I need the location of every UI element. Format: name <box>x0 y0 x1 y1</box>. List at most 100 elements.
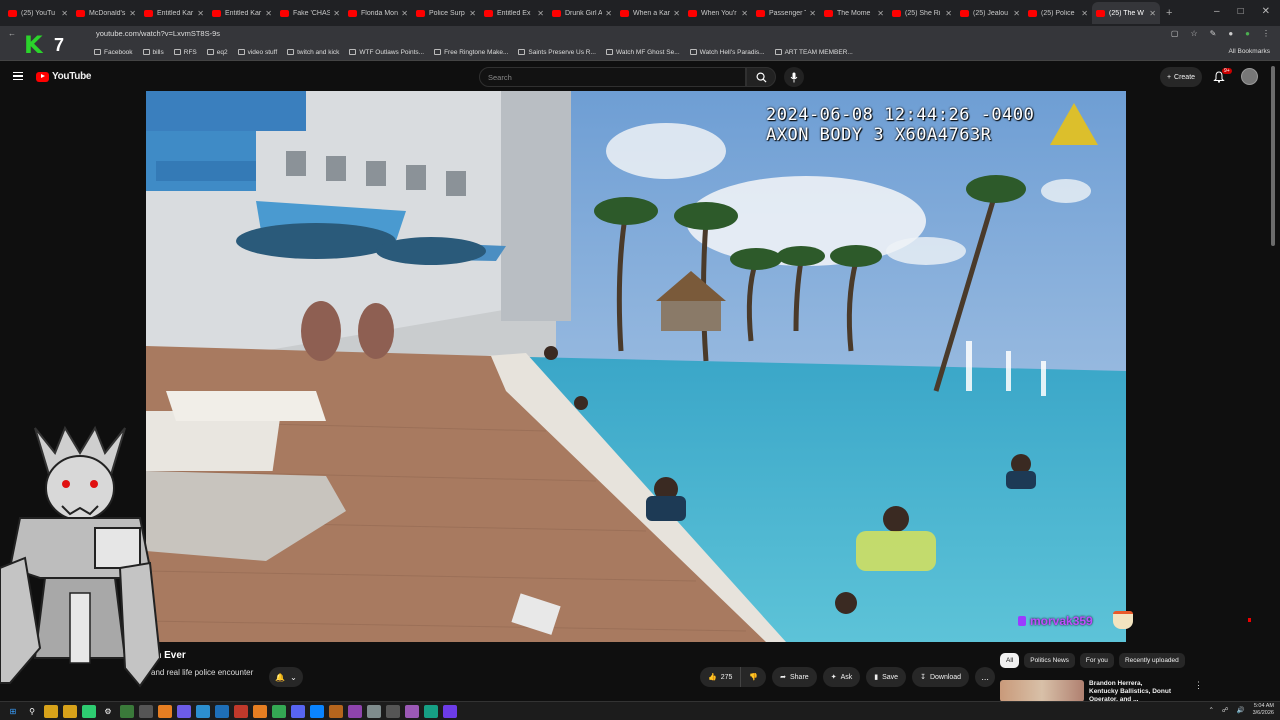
browser-tab[interactable]: Entitled Ex ✕ <box>480 2 548 24</box>
browser-tab[interactable]: Fake 'CHAS ✕ <box>276 2 344 24</box>
network-icon[interactable]: ☍ <box>1222 706 1229 714</box>
menu-icon[interactable]: ⋮ <box>1262 29 1270 38</box>
browser-tab[interactable]: Police Surp ✕ <box>412 2 480 24</box>
gear-icon[interactable]: ⚙ <box>101 705 115 718</box>
bookmark-item[interactable]: Free Ringtone Make... <box>434 49 508 56</box>
tab-close-icon[interactable]: ✕ <box>605 9 612 18</box>
tab-close-icon[interactable]: ✕ <box>61 9 68 18</box>
browser-tab[interactable]: Passenger T ✕ <box>752 2 820 24</box>
app-icon-3[interactable] <box>139 704 153 718</box>
clock[interactable]: 5:04 AM 3/6/2026 <box>1253 703 1274 717</box>
tab-close-icon[interactable]: ✕ <box>401 9 408 18</box>
bookmark-item[interactable]: video stuff <box>237 49 277 56</box>
recommended-menu-icon[interactable]: ⋮ <box>1194 680 1203 691</box>
bookmark-item[interactable]: ART TEAM MEMBER... <box>774 49 853 56</box>
all-bookmarks[interactable]: All Bookmarks <box>1228 48 1270 55</box>
install-icon[interactable]: ▢ <box>1171 29 1179 38</box>
browser-tab[interactable]: (25) YouTu ✕ <box>4 2 72 24</box>
vlc-icon[interactable] <box>158 704 172 718</box>
account-avatar[interactable] <box>1241 68 1258 85</box>
recommended-thumbnail[interactable] <box>1000 680 1084 702</box>
hamburger-menu-icon[interactable] <box>13 72 23 80</box>
bookmark-item[interactable]: bills <box>142 49 164 56</box>
filter-chip[interactable]: All <box>1000 653 1020 668</box>
filter-chip[interactable]: Recently uploaded <box>1118 653 1185 668</box>
filter-chip[interactable]: Politics News <box>1024 653 1075 668</box>
scrollbar-thumb[interactable] <box>1271 66 1275 246</box>
twitch-icon[interactable] <box>405 704 419 718</box>
app-icon-6[interactable] <box>215 704 229 718</box>
page-scrollbar[interactable] <box>1271 66 1277 686</box>
download-button[interactable]: ↧ Download <box>912 667 970 687</box>
bookmark-item[interactable]: Watch Hell's Paradis... <box>689 49 765 56</box>
tab-close-icon[interactable]: ✕ <box>1013 9 1020 18</box>
create-button[interactable]: + Create <box>1160 67 1202 87</box>
bookmark-item[interactable]: eq2 <box>206 49 228 56</box>
bookmark-item[interactable]: WTF Outlaws Points... <box>349 49 424 56</box>
browser-tab[interactable]: (25) Police ✕ <box>1024 2 1092 24</box>
tab-close-icon[interactable]: ✕ <box>333 9 340 18</box>
filter-chip[interactable]: For you <box>1079 653 1114 668</box>
windows-start-icon[interactable]: ⊞ <box>6 705 20 718</box>
tab-close-icon[interactable]: ✕ <box>809 9 816 18</box>
subscribe-bell-button[interactable]: 🔔 ⌄ <box>269 667 303 687</box>
app-icon-5[interactable] <box>196 704 210 718</box>
youtube-logo[interactable]: YouTube <box>36 71 92 82</box>
bookmark-item[interactable]: RFS <box>173 49 197 56</box>
firefox-icon[interactable] <box>253 704 267 718</box>
browser-tab[interactable]: (25) The W ✕ <box>1092 2 1160 24</box>
app-icon-8[interactable] <box>329 704 343 718</box>
browser-tab[interactable]: When You'r ✕ <box>684 2 752 24</box>
tab-close-icon[interactable]: ✕ <box>265 9 272 18</box>
file-explorer-icon[interactable] <box>44 704 58 718</box>
bookmark-item[interactable]: Facebook <box>94 49 133 56</box>
bookmark-item[interactable]: twitch and kick <box>287 49 339 56</box>
app-icon-green[interactable] <box>82 704 96 718</box>
browser-tab[interactable]: The Mome ✕ <box>820 2 888 24</box>
tab-close-icon[interactable]: ✕ <box>1149 9 1156 18</box>
chrome-icon[interactable] <box>272 704 286 718</box>
tab-close-icon[interactable]: ✕ <box>877 9 884 18</box>
video-player[interactable]: 2024-06-08 12:44:26 -0400 AXON BODY 3 X6… <box>146 91 1126 642</box>
browser-tab[interactable]: Entitled Kar ✕ <box>140 2 208 24</box>
bookmark-item[interactable]: Watch MF Ghost Se... <box>605 49 680 56</box>
share-button[interactable]: ➦ Share <box>772 667 817 687</box>
browser-tab[interactable]: McDonald's ✕ <box>72 2 140 24</box>
more-actions-button[interactable]: ... <box>975 667 996 687</box>
close-icon[interactable]: ✕ <box>1262 6 1270 17</box>
browser-tab[interactable]: (25) Jealou ✕ <box>956 2 1024 24</box>
tab-close-icon[interactable]: ✕ <box>1081 9 1088 18</box>
star-icon[interactable]: ☆ <box>1190 29 1197 38</box>
discord-icon[interactable] <box>291 704 305 718</box>
app-icon-12[interactable] <box>424 704 438 718</box>
chevron-up-icon[interactable]: ⌃ <box>1208 706 1213 714</box>
bookmark-item[interactable]: Saints Preserve Us R... <box>518 49 596 56</box>
app-icon-10[interactable] <box>367 704 381 718</box>
minimize-icon[interactable]: – <box>1214 6 1220 17</box>
extension-icon[interactable]: ✎ <box>1210 29 1217 38</box>
browser-tab[interactable]: Entitled Kar ✕ <box>208 2 276 24</box>
dislike-button[interactable]: 👎 <box>741 667 766 687</box>
voice-search-button[interactable] <box>784 67 804 87</box>
ask-button[interactable]: ✦ Ask <box>822 667 861 687</box>
browser-tab[interactable]: Drunk Girl A ✕ <box>548 2 616 24</box>
maximize-icon[interactable]: □ <box>1238 6 1244 17</box>
tab-close-icon[interactable]: ✕ <box>945 9 952 18</box>
search-input[interactable]: Search <box>479 67 746 87</box>
folder-icon[interactable] <box>63 704 77 718</box>
back-icon[interactable]: ← <box>8 29 16 38</box>
new-tab-button[interactable]: + <box>1166 7 1172 19</box>
browser-tab[interactable]: When a Kar ✕ <box>616 2 684 24</box>
tab-close-icon[interactable]: ✕ <box>469 9 476 18</box>
app-icon-2[interactable] <box>120 704 134 718</box>
profile-icon[interactable]: ● <box>1245 29 1250 38</box>
app-icon-13[interactable] <box>443 704 457 718</box>
tab-close-icon[interactable]: ✕ <box>741 9 748 18</box>
tab-close-icon[interactable]: ✕ <box>673 9 680 18</box>
volume-icon[interactable]: 🔊 <box>1236 706 1244 714</box>
tab-close-icon[interactable]: ✕ <box>129 9 136 18</box>
search-icon[interactable]: ⚲ <box>25 705 39 718</box>
tab-close-icon[interactable]: ✕ <box>197 9 204 18</box>
app-icon-9[interactable] <box>348 704 362 718</box>
browser-tab[interactable]: (25) She Ri ✕ <box>888 2 956 24</box>
